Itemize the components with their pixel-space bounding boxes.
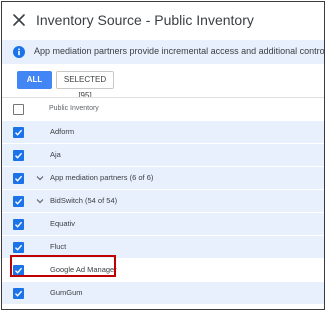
- list-item[interactable]: GumGum: [2, 282, 324, 305]
- row-label: GumGum: [50, 288, 83, 297]
- list-item[interactable]: App mediation partners (6 of 6): [2, 167, 324, 190]
- list-item[interactable]: Equativ: [2, 213, 324, 236]
- filter-selected-button[interactable]: SELECTED [95]: [56, 71, 114, 100]
- chevron-down-icon[interactable]: [35, 196, 45, 206]
- info-banner: App mediation partners provide increment…: [2, 40, 324, 64]
- row-checkbox[interactable]: [13, 196, 24, 207]
- checkmark-icon: [15, 290, 23, 297]
- filter-toggle-row: ALL SELECTED [95]: [2, 64, 324, 100]
- row-label: Aja: [50, 150, 61, 159]
- checkmark-icon: [15, 267, 23, 274]
- checkmark-icon: [15, 129, 23, 136]
- close-icon: [13, 14, 25, 26]
- table-header: Public Inventory: [2, 97, 324, 122]
- row-label: BidSwitch (54 of 54): [50, 196, 118, 205]
- row-checkbox[interactable]: [13, 219, 24, 230]
- checkmark-icon: [15, 198, 23, 205]
- chevron-down-icon[interactable]: [35, 173, 45, 183]
- inventory-list: Adform Aja App mediation partners (6 of …: [2, 121, 324, 305]
- dialog-title: Inventory Source - Public Inventory: [36, 12, 254, 28]
- checkmark-icon: [15, 221, 23, 228]
- row-label: Fluct: [50, 242, 67, 251]
- row-checkbox[interactable]: [13, 127, 24, 138]
- list-item[interactable]: BidSwitch (54 of 54): [2, 190, 324, 213]
- inventory-source-dialog: Inventory Source - Public Inventory App …: [1, 1, 325, 310]
- list-item[interactable]: Adform: [2, 121, 324, 144]
- checkmark-icon: [15, 152, 23, 159]
- select-all-checkbox[interactable]: [13, 104, 24, 115]
- checkmark-icon: [15, 175, 23, 182]
- row-checkbox[interactable]: [13, 288, 24, 299]
- row-checkbox[interactable]: [13, 150, 24, 161]
- row-label: Adform: [50, 127, 75, 136]
- info-banner-text: App mediation partners provide increment…: [34, 46, 324, 56]
- close-button[interactable]: [10, 11, 28, 29]
- row-checkbox[interactable]: [13, 242, 24, 253]
- row-label: App mediation partners (6 of 6): [50, 173, 154, 182]
- row-checkbox[interactable]: [13, 265, 24, 276]
- row-label: Equativ: [50, 219, 76, 228]
- dialog-titlebar: Inventory Source - Public Inventory: [2, 2, 324, 40]
- list-item-google-ad-manager[interactable]: Google Ad Manager: [2, 259, 324, 282]
- info-icon: [13, 46, 25, 58]
- column-header-public-inventory: Public Inventory: [49, 105, 99, 112]
- row-label: Google Ad Manager: [50, 265, 117, 274]
- row-checkbox[interactable]: [13, 173, 24, 184]
- filter-all-button[interactable]: ALL: [17, 71, 52, 89]
- checkmark-icon: [15, 244, 23, 251]
- list-item[interactable]: Aja: [2, 144, 324, 167]
- list-item[interactable]: Fluct: [2, 236, 324, 259]
